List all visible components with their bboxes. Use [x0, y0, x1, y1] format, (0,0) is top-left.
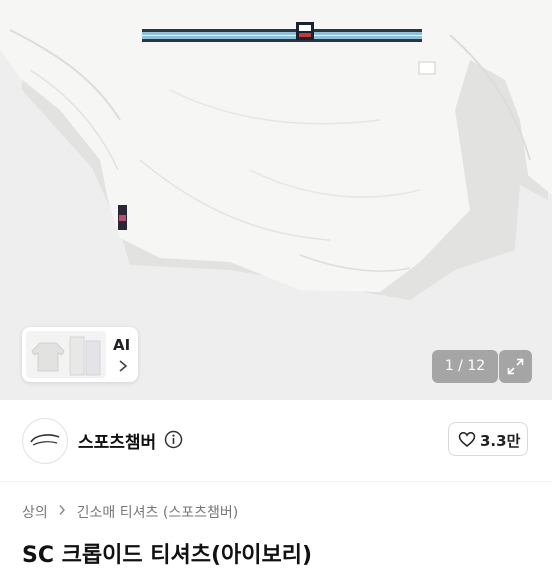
breadcrumb-item-category[interactable]: 상의	[22, 502, 48, 522]
expand-icon	[507, 358, 524, 375]
product-image-gallery[interactable]: AI 1 / 12	[0, 0, 552, 400]
ai-label: AI	[113, 336, 131, 354]
heart-icon	[458, 432, 476, 447]
expand-button[interactable]	[499, 350, 532, 383]
seller-name[interactable]: 스포츠챔버	[78, 428, 156, 453]
like-count: 3.3만	[480, 432, 521, 450]
chevron-right-icon	[58, 504, 66, 520]
ai-similar-items-card[interactable]: AI	[22, 327, 138, 382]
ai-thumbnail	[26, 331, 106, 378]
divider	[0, 481, 552, 482]
chevron-right-icon	[119, 360, 128, 372]
breadcrumb-item-subcategory[interactable]: 긴소매 티셔츠 (스포츠챔버)	[77, 502, 239, 522]
info-icon[interactable]	[164, 430, 183, 449]
seller-logo[interactable]	[22, 418, 68, 464]
seller-row: 스포츠챔버 3.3만	[0, 400, 552, 480]
like-button[interactable]: 3.3만	[448, 422, 528, 456]
image-counter: 1 / 12	[432, 350, 498, 383]
breadcrumb: 상의 긴소매 티셔츠 (스포츠챔버)	[22, 502, 238, 524]
product-title: SC 크롭이드 티셔츠(아이보리)	[22, 543, 313, 568]
